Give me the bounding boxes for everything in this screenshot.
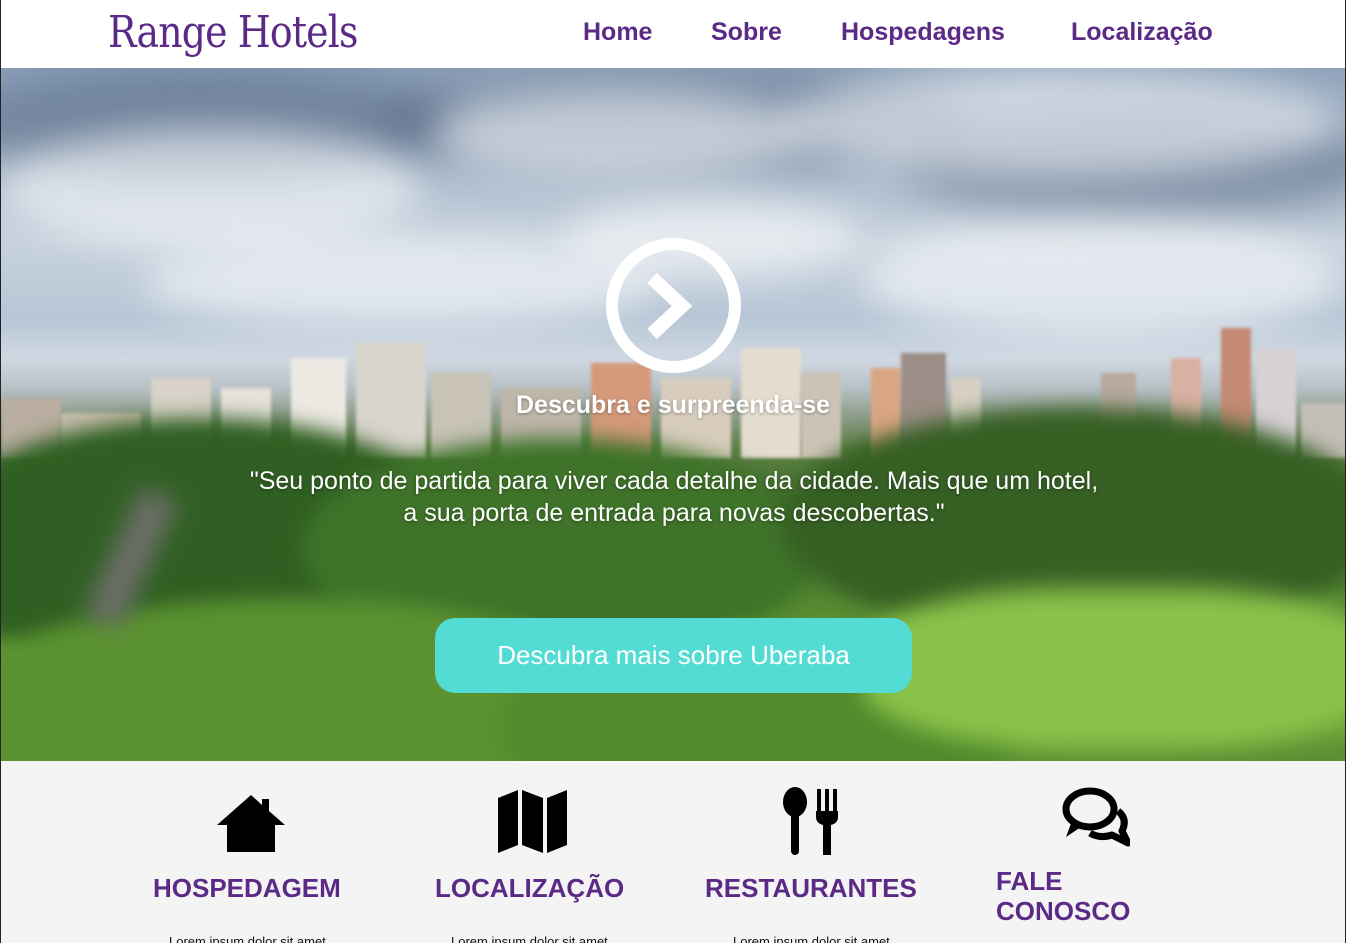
hero-quote: "Seu ponto de partida para viver cada de… [249,467,1099,527]
nav-sobre[interactable]: Sobre [711,17,782,47]
chat-bubbles-icon [1062,787,1130,847]
nav-home[interactable]: Home [583,17,652,47]
feature-fale-conosco[interactable]: FALE CONOSCO [996,761,1196,943]
house-icon [217,795,285,852]
feature-title: RESTAURANTES [705,873,917,903]
features-section: HOSPEDAGEM Lorem ipsum dolor sit amet LO… [1,761,1345,943]
map-icon [498,790,567,853]
discover-uberaba-button[interactable]: Descubra mais sobre Uberaba [435,618,912,693]
feature-restaurantes[interactable]: RESTAURANTES Lorem ipsum dolor sit amet [705,761,935,943]
fork-spoon-icon [783,787,838,855]
feature-text: Lorem ipsum dolor sit amet [169,934,326,943]
hero-title: Descubra e surpreenda-se [515,391,831,419]
feature-hospedagem[interactable]: HOSPEDAGEM Lorem ipsum dolor sit amet [151,761,361,943]
hero-banner: Descubra e surpreenda-se "Seu ponto de p… [1,68,1345,761]
site-header: Range Hotels Home Sobre Hospedagens Loca… [1,0,1345,68]
feature-title: FALE CONOSCO [996,866,1131,926]
feature-text: Lorem ipsum dolor sit amet [451,934,608,943]
feature-text: Lorem ipsum dolor sit amet [733,934,890,943]
nav-hospedagens[interactable]: Hospedagens [841,17,1005,47]
feature-title: LOCALIZAÇÃO [435,873,625,903]
nav-localizacao[interactable]: Localização [1071,17,1213,47]
feature-localizacao[interactable]: LOCALIZAÇÃO Lorem ipsum dolor sit amet [433,761,643,943]
main-nav: Home Sobre Hospedagens Localização [1,0,1345,68]
chevron-right-circle-icon[interactable] [606,238,741,373]
feature-title: HOSPEDAGEM [153,873,341,903]
